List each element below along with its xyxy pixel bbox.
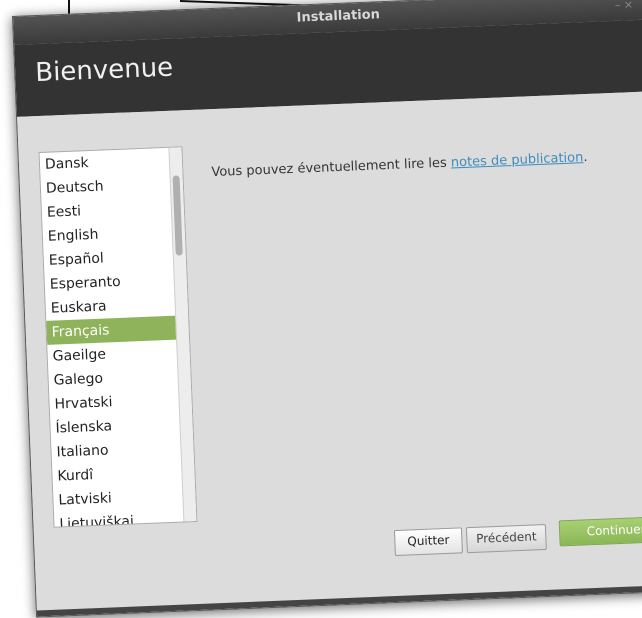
page-title: Bienvenue: [34, 52, 174, 89]
installer-window: Installation – × Bienvenue Dansk Deutsch E…: [12, 0, 642, 618]
language-list[interactable]: Dansk Deutsch Eesti English Español Esperanto…: [38, 146, 198, 528]
window-controls[interactable]: – ×: [615, 0, 634, 12]
release-notes-link[interactable]: notes de publication: [451, 150, 584, 170]
main-content: Dansk Deutsch Eesti English Español Esperanto…: [17, 90, 642, 617]
release-notes-message: Vous pouvez éventuellement lire les note…: [211, 150, 588, 180]
continue-button[interactable]: Continuer: [558, 515, 642, 547]
scrollbar-thumb[interactable]: [172, 175, 183, 256]
previous-button[interactable]: Précédent: [465, 523, 547, 554]
quit-button[interactable]: Quitter: [393, 527, 463, 557]
release-notes-suffix: .: [583, 150, 588, 166]
release-notes-text: Vous pouvez éventuellement lire les: [211, 155, 452, 181]
